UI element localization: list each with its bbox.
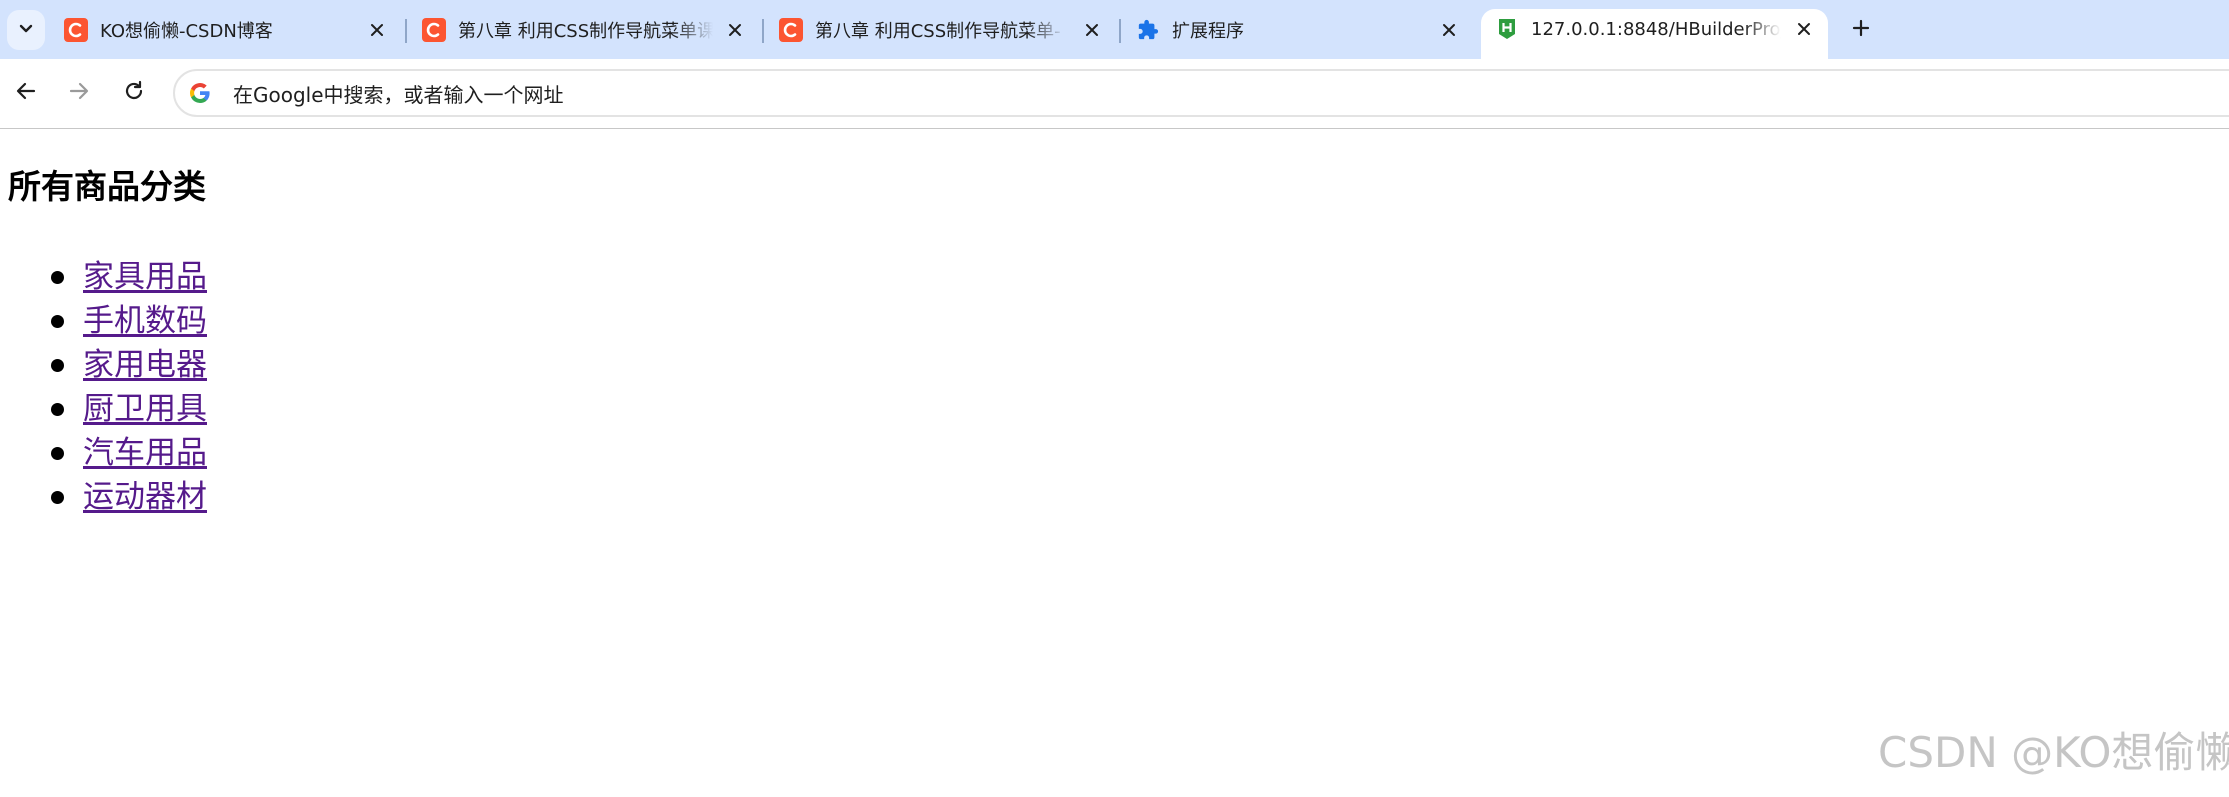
tab-strip: KO想偷懒-CSDN博客 第八章 利用CSS制作导航菜单课 第八章 利用CSS制… xyxy=(0,0,2229,59)
tab-chapter8-b[interactable]: 第八章 利用CSS制作导航菜单- xyxy=(779,10,1109,50)
tab-title: 第八章 利用CSS制作导航菜单- xyxy=(815,21,1061,42)
tab-separator xyxy=(405,19,407,43)
hbuilder-icon xyxy=(1495,17,1519,41)
tab-chapter8-a[interactable]: 第八章 利用CSS制作导航菜单课 xyxy=(422,10,752,50)
close-icon[interactable] xyxy=(1436,17,1462,43)
category-link-phones[interactable]: 手机数码 xyxy=(83,303,207,340)
csdn-icon xyxy=(64,18,88,42)
close-icon[interactable] xyxy=(1079,17,1105,43)
browser-window: KO想偷懒-CSDN博客 第八章 利用CSS制作导航菜单课 第八章 利用CSS制… xyxy=(0,0,2229,797)
bullet-icon xyxy=(51,359,64,372)
tab-search-button[interactable] xyxy=(7,10,45,50)
page-title: 所有商品分类 xyxy=(8,167,206,206)
forward-button[interactable] xyxy=(61,75,97,111)
bullet-icon xyxy=(51,271,64,284)
close-icon[interactable] xyxy=(364,17,390,43)
google-icon xyxy=(187,80,213,106)
tab-separator xyxy=(1119,19,1121,43)
category-link-appliances[interactable]: 家用电器 xyxy=(83,347,207,384)
new-tab-button[interactable] xyxy=(1845,14,1877,46)
category-link-furniture[interactable]: 家具用品 xyxy=(83,259,207,296)
search-input[interactable]: 在Google中搜索，或者输入一个网址 xyxy=(233,79,564,108)
bullet-icon xyxy=(51,447,64,460)
arrow-left-icon xyxy=(15,80,37,106)
plus-icon xyxy=(1852,19,1870,41)
page-content: 所有商品分类 家具用品 手机数码 家用电器 厨卫用具 汽车用品 运动器材 xyxy=(0,130,2229,797)
puzzle-icon xyxy=(1136,18,1160,42)
tab-title: KO想偷懒-CSDN博客 xyxy=(100,21,273,42)
bullet-icon xyxy=(51,491,64,504)
browser-toolbar: 在Google中搜索，或者输入一个网址 xyxy=(0,59,2229,129)
bullet-icon xyxy=(51,403,64,416)
close-icon[interactable] xyxy=(1791,16,1817,42)
tab-title: 127.0.0.1:8848/HBuilderProje xyxy=(1531,18,1781,40)
chevron-down-icon xyxy=(18,20,34,40)
back-button[interactable] xyxy=(8,75,44,111)
watermark: CSDN @KO想偷懒 xyxy=(1878,728,2229,777)
tab-title: 扩展程序 xyxy=(1172,21,1244,42)
tab-csdn-blog[interactable]: KO想偷懒-CSDN博客 xyxy=(64,10,394,50)
tab-title: 第八章 利用CSS制作导航菜单课 xyxy=(458,21,713,42)
category-link-kitchen[interactable]: 厨卫用具 xyxy=(83,391,207,428)
address-bar[interactable]: 在Google中搜索，或者输入一个网址 xyxy=(173,69,2229,117)
category-link-auto[interactable]: 汽车用品 xyxy=(83,435,207,472)
csdn-icon xyxy=(422,18,446,42)
reload-icon xyxy=(123,80,145,106)
reload-button[interactable] xyxy=(116,75,152,111)
category-link-sports[interactable]: 运动器材 xyxy=(83,479,207,516)
csdn-icon xyxy=(779,18,803,42)
bullet-icon xyxy=(51,315,64,328)
tab-extensions[interactable]: 扩展程序 xyxy=(1136,10,1466,50)
tab-separator xyxy=(762,19,764,43)
close-icon[interactable] xyxy=(722,17,748,43)
arrow-right-icon xyxy=(68,80,90,106)
tab-hbuilder-local[interactable]: 127.0.0.1:8848/HBuilderProje xyxy=(1481,9,1828,59)
